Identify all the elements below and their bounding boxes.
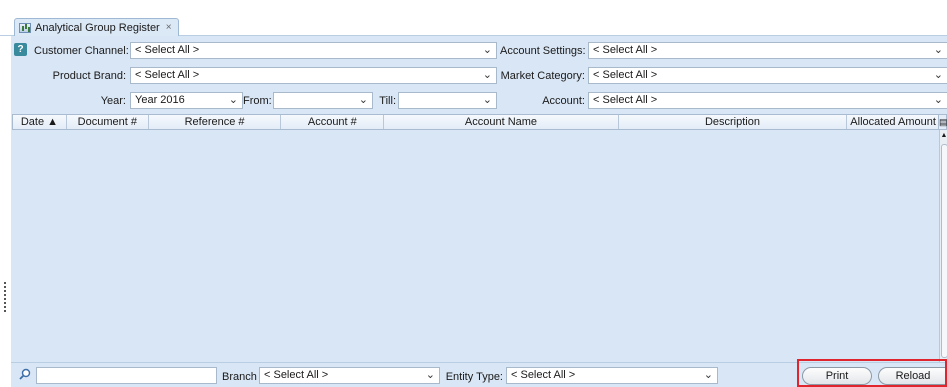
search-input[interactable] xyxy=(36,367,217,384)
product-brand-select[interactable]: < Select All > ⌄ xyxy=(130,67,497,84)
highlight-box xyxy=(797,359,947,387)
product-brand-value: < Select All > xyxy=(135,69,200,81)
tab-title: Analytical Group Register xyxy=(35,21,160,34)
close-icon[interactable]: × xyxy=(166,22,172,33)
branch-label: Branch xyxy=(222,371,257,383)
market-category-label: Market Category: xyxy=(500,70,585,82)
account-label: Account: xyxy=(542,95,585,107)
customer-channel-value: < Select All > xyxy=(135,44,200,56)
column-header-date[interactable]: Date ▲ xyxy=(13,115,67,129)
column-header-account-name[interactable]: Account Name xyxy=(384,115,619,129)
year-label: Year: xyxy=(100,95,126,107)
chevron-down-icon: ⌄ xyxy=(933,44,943,56)
chevron-down-icon: ⌄ xyxy=(482,94,492,106)
account-settings-label: Account Settings: xyxy=(500,45,586,57)
scroll-up-icon[interactable]: ▲ xyxy=(940,132,947,139)
product-brand-label: Product Brand: xyxy=(52,70,126,82)
search-icon[interactable] xyxy=(19,368,31,380)
customer-channel-label: Customer Channel: xyxy=(34,45,129,57)
from-date-select[interactable]: ⌄ xyxy=(273,92,373,109)
till-label: Till: xyxy=(379,95,396,107)
help-icon[interactable]: ? xyxy=(14,43,27,56)
account-settings-select[interactable]: < Select All > ⌄ xyxy=(588,42,947,59)
chevron-down-icon: ⌄ xyxy=(933,69,943,81)
chevron-down-icon: ⌄ xyxy=(482,69,492,81)
grid-header: Date ▲ Document # Reference # Account # … xyxy=(12,114,940,130)
account-value: < Select All > xyxy=(593,94,658,106)
grid-body[interactable] xyxy=(12,130,940,362)
column-header-allocated-amount[interactable]: Allocated Amount xyxy=(847,115,939,129)
entity-type-value: < Select All > xyxy=(511,369,576,381)
chevron-down-icon: ⌄ xyxy=(703,369,713,381)
resize-grip[interactable] xyxy=(4,282,7,312)
chart-icon xyxy=(19,22,31,33)
column-header-description[interactable]: Description xyxy=(619,115,848,129)
entity-type-select[interactable]: < Select All > ⌄ xyxy=(506,367,718,384)
customer-channel-select[interactable]: < Select All > ⌄ xyxy=(130,42,497,59)
chevron-down-icon: ⌄ xyxy=(933,94,943,106)
year-value: Year 2016 xyxy=(135,94,185,106)
tab-analytical-group-register[interactable]: Analytical Group Register × xyxy=(14,18,179,36)
year-select[interactable]: Year 2016 ⌄ xyxy=(130,92,243,109)
chevron-down-icon: ⌄ xyxy=(425,369,435,381)
column-header-document[interactable]: Document # xyxy=(67,115,149,129)
chevron-down-icon: ⌄ xyxy=(358,94,368,106)
from-label: From: xyxy=(243,95,272,107)
branch-select[interactable]: < Select All > ⌄ xyxy=(259,367,440,384)
branch-value: < Select All > xyxy=(264,369,329,381)
vertical-scrollbar[interactable]: ▲ xyxy=(939,130,947,362)
chevron-down-icon: ⌄ xyxy=(228,94,238,106)
account-select[interactable]: < Select All > ⌄ xyxy=(588,92,947,109)
column-header-reference[interactable]: Reference # xyxy=(149,115,282,129)
till-date-select[interactable]: ⌄ xyxy=(398,92,497,109)
entity-type-label: Entity Type: xyxy=(445,371,503,383)
tab-strip: Analytical Group Register × xyxy=(0,0,947,36)
column-header-account-number[interactable]: Account # xyxy=(281,115,385,129)
column-chooser-icon[interactable]: ▤ xyxy=(938,114,947,130)
chevron-down-icon: ⌄ xyxy=(482,44,492,56)
market-category-value: < Select All > xyxy=(593,69,658,81)
market-category-select[interactable]: < Select All > ⌄ xyxy=(588,67,947,84)
account-settings-value: < Select All > xyxy=(593,44,658,56)
scrollbar-thumb[interactable] xyxy=(941,144,947,358)
